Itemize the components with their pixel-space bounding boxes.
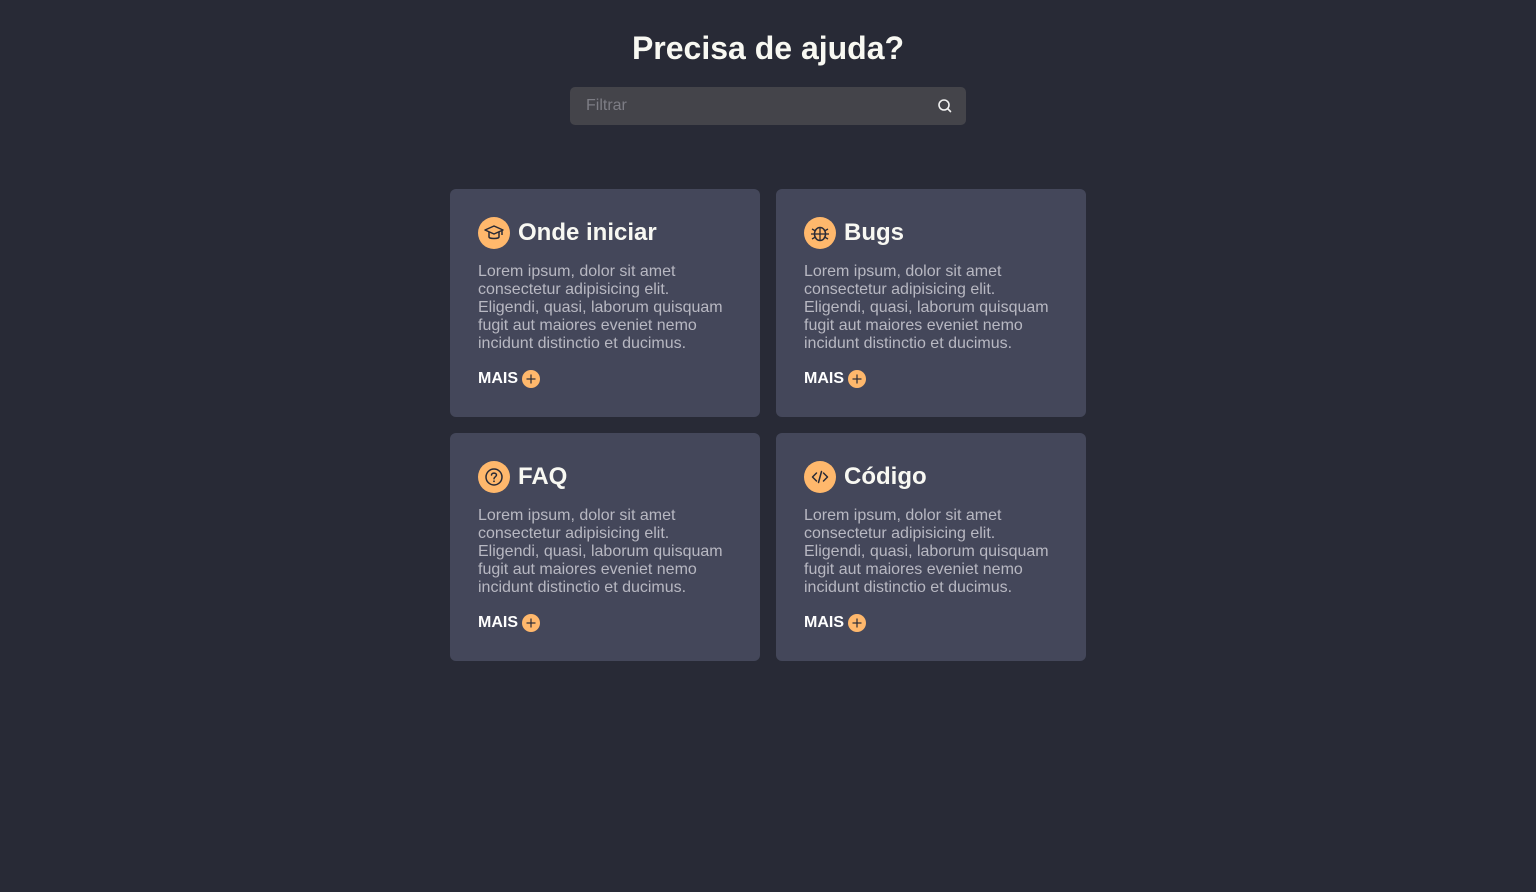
more-label: MAIS bbox=[804, 614, 844, 631]
more-link[interactable]: MAIS bbox=[804, 613, 866, 633]
search-icon[interactable] bbox=[936, 97, 954, 115]
help-card-faq: FAQ Lorem ipsum, dolor sit amet consecte… bbox=[450, 433, 760, 661]
card-header: Onde iniciar bbox=[478, 217, 732, 249]
plus-icon bbox=[522, 614, 540, 632]
plus-icon bbox=[848, 614, 866, 632]
plus-icon bbox=[522, 370, 540, 388]
card-title: FAQ bbox=[518, 463, 568, 490]
more-link[interactable]: MAIS bbox=[804, 369, 866, 389]
help-card-bugs: Bugs Lorem ipsum, dolor sit amet consect… bbox=[776, 189, 1086, 417]
more-link[interactable]: MAIS bbox=[478, 613, 540, 633]
more-label: MAIS bbox=[478, 370, 518, 387]
code-icon bbox=[804, 461, 836, 493]
card-header: FAQ bbox=[478, 461, 732, 493]
more-label: MAIS bbox=[804, 370, 844, 387]
bug-icon bbox=[804, 217, 836, 249]
graduation-cap-icon bbox=[478, 217, 510, 249]
help-cards: Onde iniciar Lorem ipsum, dolor sit amet… bbox=[450, 189, 1086, 661]
card-title: Código bbox=[844, 463, 927, 490]
more-label: MAIS bbox=[478, 614, 518, 631]
card-title: Onde iniciar bbox=[518, 219, 657, 246]
card-title: Bugs bbox=[844, 219, 904, 246]
help-card-getting-started: Onde iniciar Lorem ipsum, dolor sit amet… bbox=[450, 189, 760, 417]
search-box bbox=[570, 87, 966, 125]
help-page: Precisa de ajuda? Onde iniciar bbox=[0, 0, 1536, 892]
help-card-code: Código Lorem ipsum, dolor sit amet conse… bbox=[776, 433, 1086, 661]
card-description: Lorem ipsum, dolor sit amet consectetur … bbox=[804, 507, 1049, 596]
page-title: Precisa de ajuda? bbox=[631, 30, 905, 66]
card-description: Lorem ipsum, dolor sit amet consectetur … bbox=[804, 263, 1049, 352]
card-header: Código bbox=[804, 461, 1058, 493]
card-description: Lorem ipsum, dolor sit amet consectetur … bbox=[478, 507, 723, 596]
question-icon bbox=[478, 461, 510, 493]
more-link[interactable]: MAIS bbox=[478, 369, 540, 389]
search-input[interactable] bbox=[570, 87, 920, 125]
card-header: Bugs bbox=[804, 217, 1058, 249]
plus-icon bbox=[848, 370, 866, 388]
card-description: Lorem ipsum, dolor sit amet consectetur … bbox=[478, 263, 723, 352]
